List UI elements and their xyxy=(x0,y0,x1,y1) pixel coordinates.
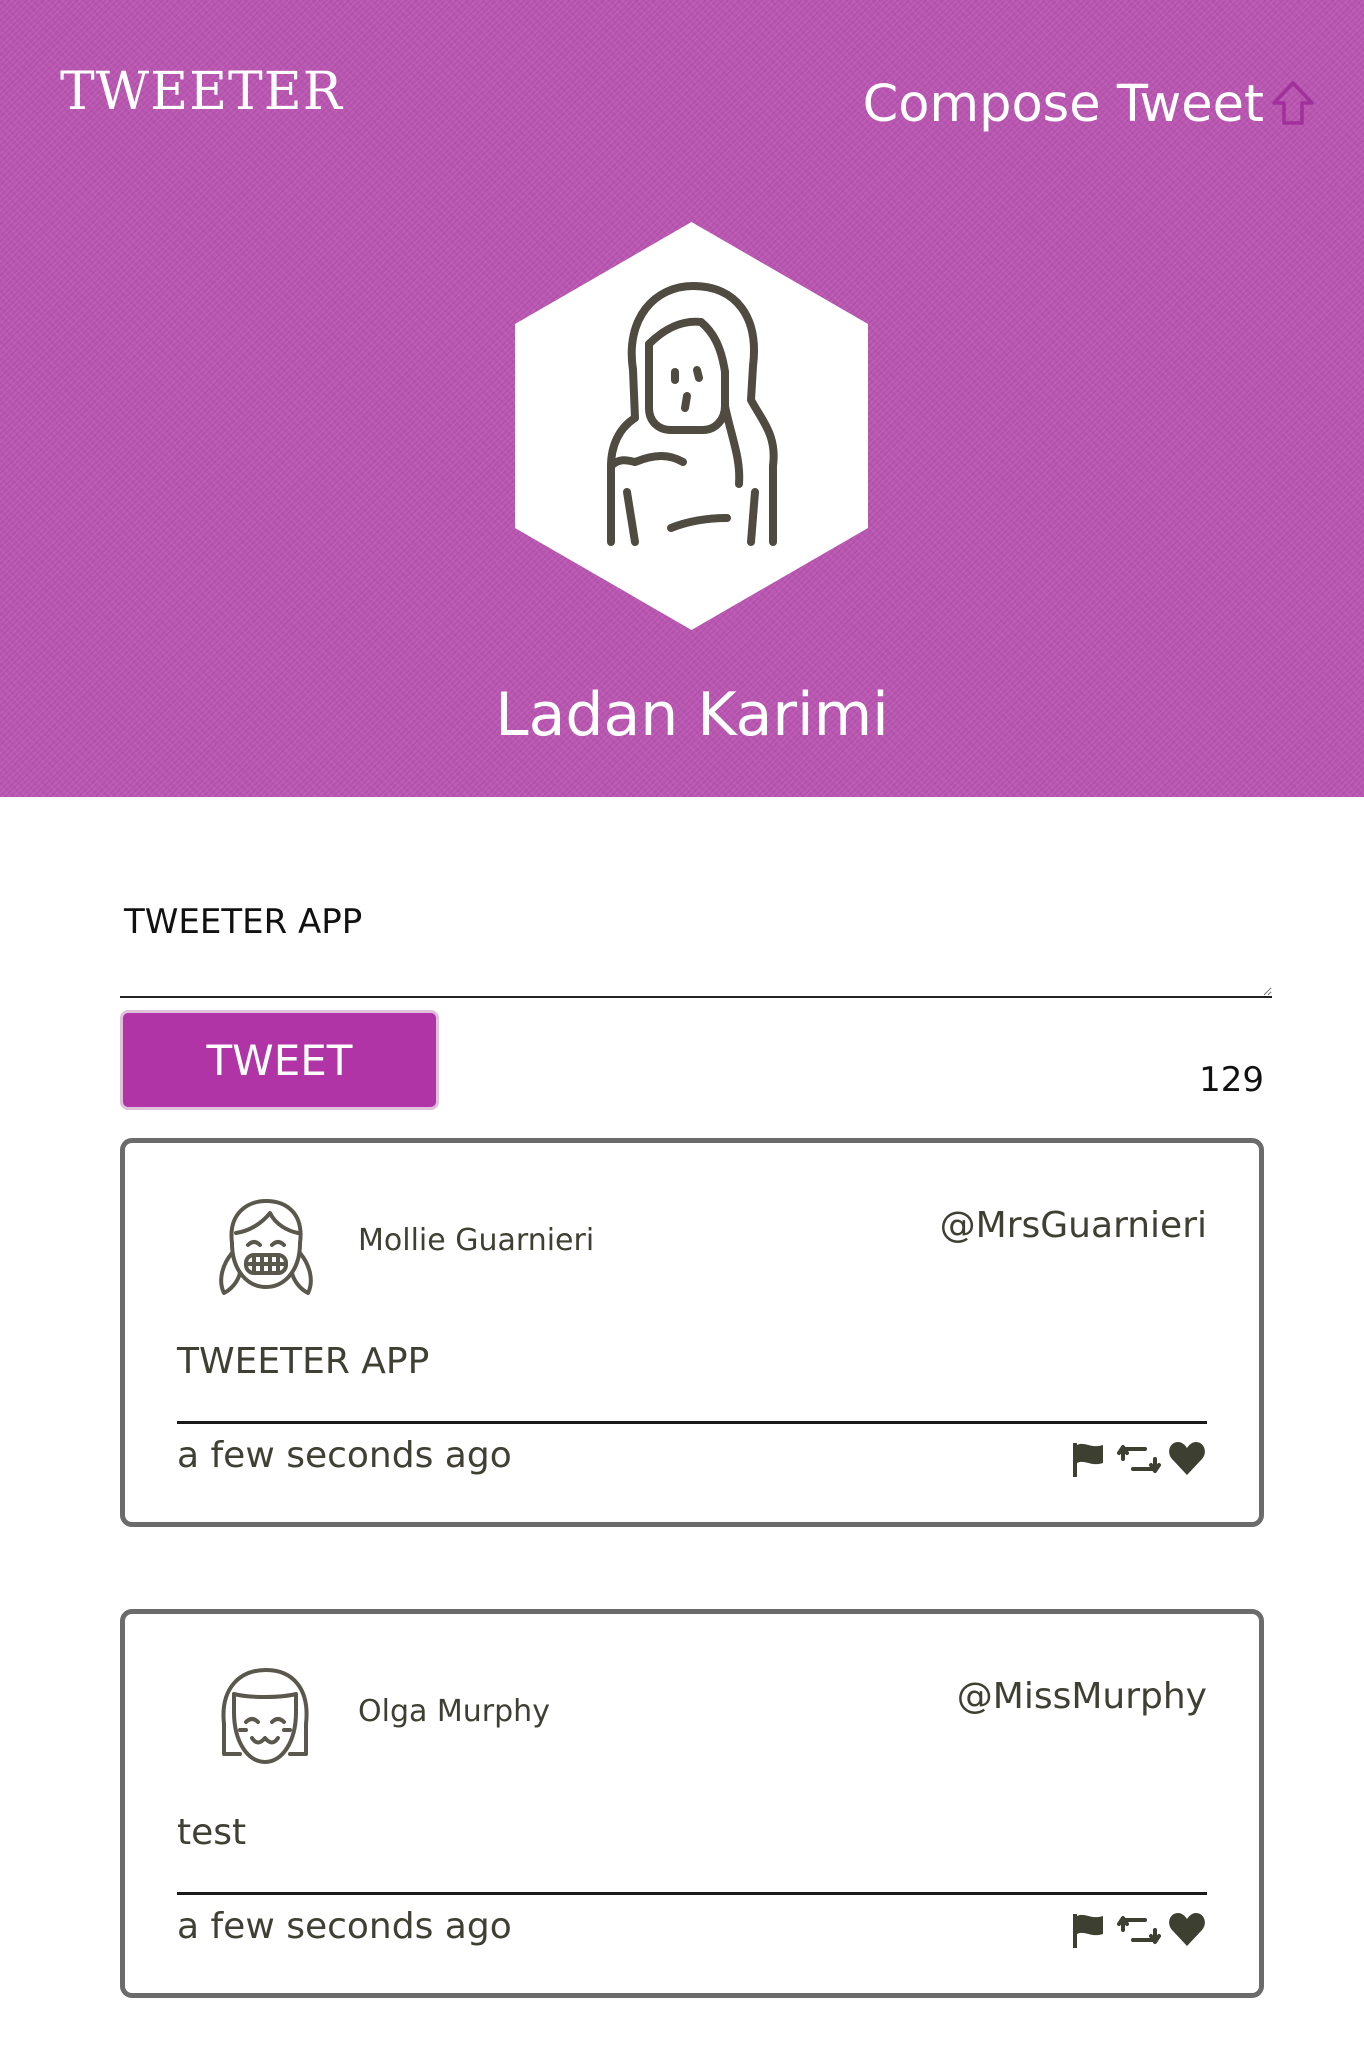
tweet-author-handle: @MissMurphy xyxy=(956,1676,1207,1717)
tweet-card: Mollie Guarnieri @MrsGuarnieri TWEETER A… xyxy=(120,1138,1264,1527)
tweet-timestamp: a few seconds ago xyxy=(177,1906,512,1947)
flag-icon[interactable] xyxy=(1067,1439,1107,1479)
profile-avatar xyxy=(515,222,868,630)
tweet-actions xyxy=(1067,1910,1207,1950)
brand-logo[interactable]: TWEETER xyxy=(60,62,343,122)
tweet-text: test xyxy=(177,1812,247,1853)
flag-icon[interactable] xyxy=(1067,1910,1107,1950)
heart-icon[interactable] xyxy=(1167,1910,1207,1950)
tweet-timestamp: a few seconds ago xyxy=(177,1435,512,1476)
compose-tweet-label: Compose Tweet xyxy=(862,74,1264,134)
character-counter: 129 xyxy=(1199,1060,1264,1100)
girl-bangs-avatar-icon xyxy=(221,1668,309,1764)
tweet-button[interactable]: TWEET xyxy=(120,1010,439,1110)
tweet-author-name: Olga Murphy xyxy=(358,1694,550,1729)
profile-name: Ladan Karimi xyxy=(495,680,889,750)
tweet-author-name: Mollie Guarnieri xyxy=(358,1223,595,1258)
tweet-divider xyxy=(177,1421,1207,1424)
tweet-actions xyxy=(1067,1439,1207,1479)
tweet-composer: TWEET 129 xyxy=(120,890,1272,1110)
tweet-input[interactable] xyxy=(120,890,1272,998)
arrow-up-icon[interactable] xyxy=(1270,79,1316,129)
profile-header: TWEETER Compose Tweet Ladan Karimi xyxy=(0,0,1364,797)
retweet-icon[interactable] xyxy=(1117,1439,1161,1479)
retweet-icon[interactable] xyxy=(1117,1910,1161,1950)
heart-icon[interactable] xyxy=(1167,1439,1207,1479)
compose-tweet-button[interactable]: Compose Tweet xyxy=(863,72,1316,136)
tweet-card: Olga Murphy @MissMurphy test a few secon… xyxy=(120,1609,1264,1998)
tweet-author-handle: @MrsGuarnieri xyxy=(939,1205,1207,1246)
tweet-divider xyxy=(177,1892,1207,1895)
girl-pigtails-avatar-icon xyxy=(219,1199,313,1295)
tweet-text: TWEETER APP xyxy=(177,1341,430,1382)
